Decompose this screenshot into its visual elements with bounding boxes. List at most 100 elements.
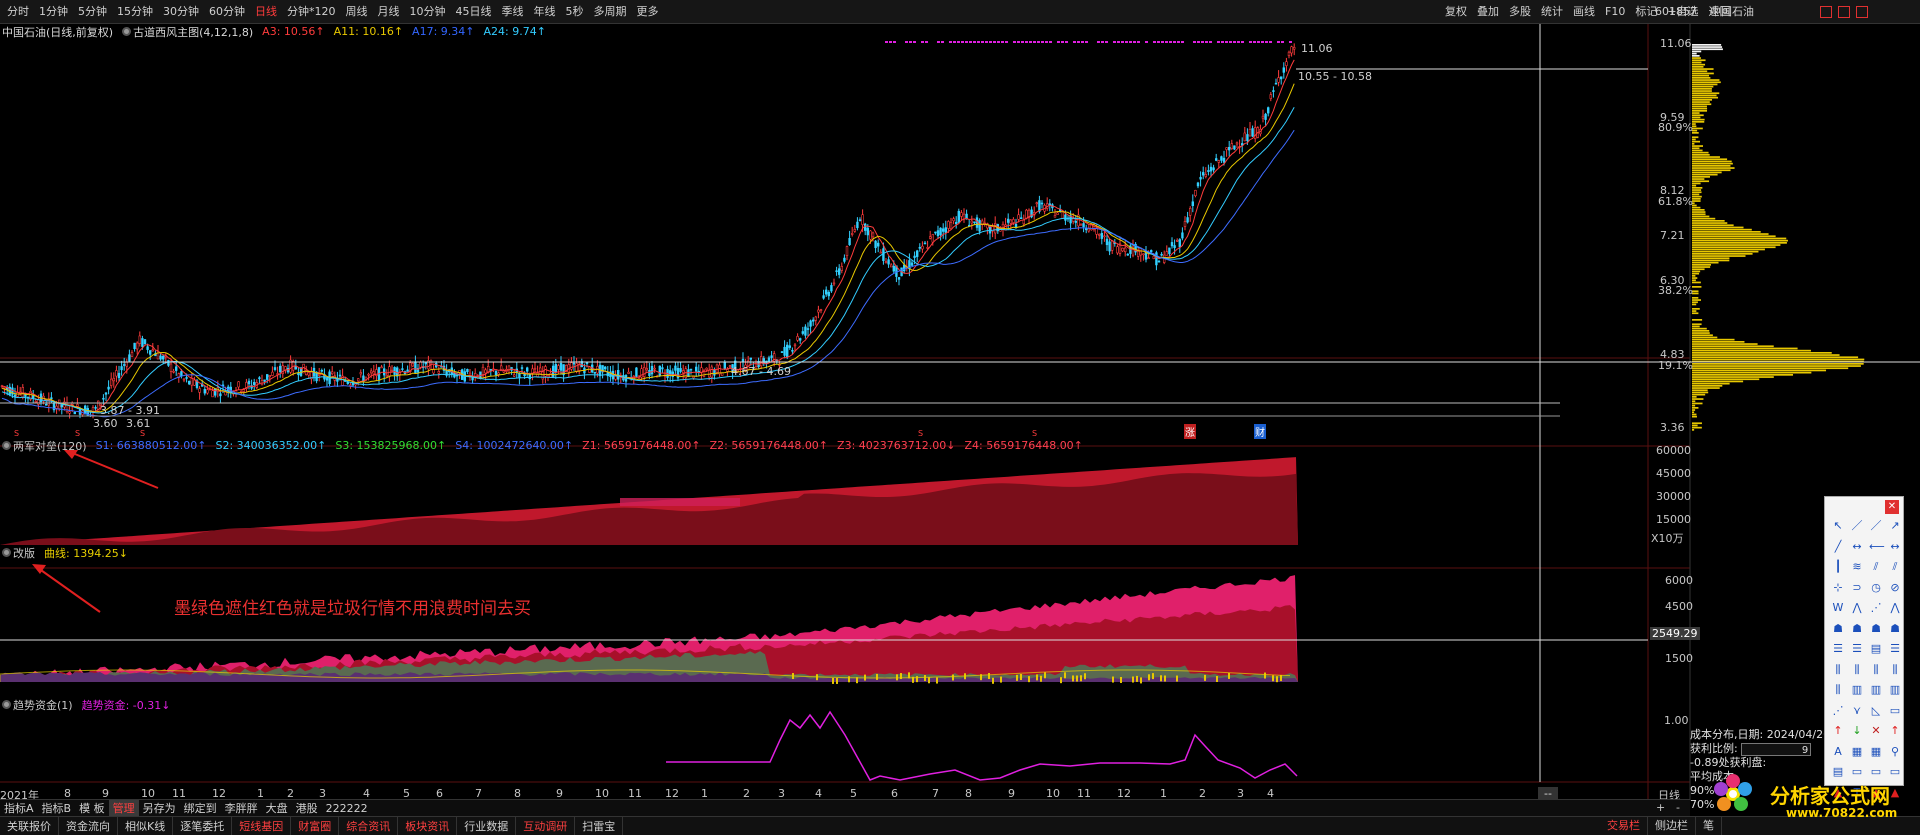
chart-tool-button[interactable]: 画线 (1568, 0, 1600, 24)
module-tab[interactable]: 扫雷宝 (575, 816, 624, 835)
gann-icon[interactable]: ⫼ (1888, 663, 1902, 677)
no-entry-icon[interactable]: ⊘ (1888, 581, 1902, 595)
window-icon[interactable] (1856, 6, 1868, 18)
period-tab[interactable]: 更多 (632, 0, 664, 24)
box-icon[interactable]: ▭ (1869, 765, 1883, 779)
segment-icon[interactable]: ╱ (1831, 540, 1845, 554)
double-arrow-icon[interactable]: ↔ (1888, 540, 1902, 554)
cross-icon[interactable]: ⊹ (1831, 581, 1845, 595)
liangjun-area-chart[interactable] (0, 457, 1298, 545)
gaiban-area-chart[interactable] (0, 575, 1298, 684)
chart-tool-button[interactable]: 统计 (1536, 0, 1568, 24)
indicator-tab[interactable]: 222222 (322, 800, 372, 817)
gear-icon[interactable] (2, 699, 11, 709)
wave-icon[interactable]: ≋ (1850, 560, 1864, 574)
period-tab[interactable]: 5秒 (561, 0, 589, 24)
pen-tab[interactable]: 笔 (1696, 816, 1722, 835)
chart-tool-button[interactable]: 多股 (1504, 0, 1536, 24)
period-tab[interactable]: 分钟*120 (282, 0, 341, 24)
period-tab[interactable]: 季线 (497, 0, 529, 24)
text-icon[interactable]: A (1831, 745, 1845, 759)
bar-line-icon[interactable]: ⫼ (1831, 683, 1845, 697)
gann-fan-icon[interactable]: ☗ (1850, 622, 1864, 636)
card-icon[interactable]: ▭ (1888, 765, 1902, 779)
period-tab[interactable]: 月线 (373, 0, 405, 24)
indicator-tab[interactable]: 指标B (38, 800, 76, 817)
period-tab[interactable]: 30分钟 (158, 0, 204, 24)
indicator-tab[interactable]: 模 板 (75, 800, 109, 817)
parallel-icon[interactable]: ⫽ (1869, 560, 1883, 574)
period-tab[interactable]: 1分钟 (34, 0, 73, 24)
chart-tool-button[interactable]: 复权 (1440, 0, 1472, 24)
split-window-icon[interactable] (1820, 6, 1832, 18)
fib-time-icon[interactable]: ⫼ (1869, 663, 1883, 677)
vertical-line-icon[interactable]: ┃ (1831, 560, 1845, 574)
trend-fund-line-chart[interactable] (666, 710, 1298, 781)
period-line-icon[interactable]: ⫼ (1831, 663, 1845, 677)
module-tab[interactable]: 短线基因 (232, 816, 292, 835)
rectangle-icon[interactable]: ▭ (1888, 704, 1902, 718)
band-icon[interactable]: ☰ (1888, 642, 1902, 656)
indicator-tab[interactable]: 另存为 (139, 800, 180, 817)
cai-marker[interactable]: 财 (1254, 424, 1266, 439)
module-tab[interactable]: 关联报价 (0, 816, 59, 835)
down-arrow-icon[interactable]: ↓ (1850, 724, 1864, 738)
close-icon[interactable]: ✕ (1869, 724, 1883, 738)
period-tab[interactable]: 日线 (250, 0, 282, 24)
bar-box-icon[interactable]: ▥ (1869, 683, 1883, 697)
gear-icon[interactable] (122, 26, 132, 36)
period-tab[interactable]: 15分钟 (112, 0, 158, 24)
up-mark-icon[interactable]: ↑ (1888, 724, 1902, 738)
horizontal-ray-icon[interactable]: ↔ (1850, 540, 1864, 554)
line-icon[interactable]: ／ (1850, 519, 1864, 533)
period-tab[interactable]: 分时 (2, 0, 34, 24)
ray-icon[interactable]: ／ (1869, 519, 1883, 533)
arc-icon[interactable]: ⊃ (1850, 581, 1864, 595)
indicator-name[interactable]: 古道西风主图(4,12,1,8) (122, 24, 253, 40)
gear-icon[interactable] (2, 440, 11, 450)
indicator-tab[interactable]: 港股 (292, 800, 322, 817)
trade-panel-tab[interactable]: 交易栏 (1600, 816, 1648, 835)
indicator-tab[interactable]: 管理 (108, 799, 139, 817)
module-tab[interactable]: 板块资讯 (398, 816, 458, 835)
left-ray-icon[interactable]: ⟵ (1869, 540, 1885, 554)
box-fan-icon[interactable]: ☗ (1869, 622, 1883, 636)
module-tab[interactable]: 综合资讯 (339, 816, 399, 835)
arrow-line-icon[interactable]: ↗ (1888, 519, 1902, 533)
zhang-marker[interactable]: 涨 (1184, 424, 1196, 439)
down-check-icon[interactable]: ⋎ (1850, 704, 1864, 718)
indicator-tab[interactable]: 绑定到 (180, 800, 221, 817)
module-tab[interactable]: 资金流向 (59, 816, 118, 835)
table-icon[interactable]: ▦ (1850, 745, 1864, 759)
up-arrow-icon[interactable]: ↑ (1831, 724, 1845, 738)
bar-grid-icon[interactable]: ▥ (1850, 683, 1864, 697)
sidebar-tab[interactable]: 侧边栏 (1648, 816, 1696, 835)
layout-icon[interactable] (1838, 6, 1850, 18)
candlestick-chart[interactable]: SSSSS (0, 41, 1296, 438)
triangle-icon[interactable]: ◺ (1869, 704, 1883, 718)
indicator-tab[interactable]: 指标A (0, 800, 38, 817)
panel4-title[interactable]: 趋势资金(1) (2, 697, 73, 713)
fib-fan-icon[interactable]: ☗ (1888, 622, 1902, 636)
indicator-tab[interactable]: 李胖胖 (221, 800, 262, 817)
module-tab[interactable]: 逐笔委托 (173, 816, 233, 835)
peak-icon[interactable]: ⋀ (1850, 601, 1864, 615)
period-tab[interactable]: 多周期 (589, 0, 632, 24)
chart-tool-button[interactable]: F10 (1600, 0, 1630, 24)
sheet-icon[interactable]: ▦ (1869, 745, 1883, 759)
clock-icon[interactable]: ◷ (1869, 581, 1883, 595)
fib-level-icon[interactable]: ☰ (1831, 642, 1845, 656)
ratio-input[interactable]: 9 (1741, 742, 1812, 756)
grid-icon[interactable]: ▤ (1869, 642, 1883, 656)
chart-tool-button[interactable]: 叠加 (1472, 0, 1504, 24)
module-tab[interactable]: 互动调研 (516, 816, 576, 835)
period-tab[interactable]: 10分钟 (405, 0, 451, 24)
close-icon[interactable]: ✕ (1885, 500, 1899, 514)
bar-icon[interactable]: ▥ (1888, 683, 1902, 697)
zoom-out-button[interactable]: - (1676, 799, 1680, 816)
pin-icon[interactable]: ⚲ (1888, 745, 1902, 759)
indicator-tab[interactable]: 大盘 (262, 800, 292, 817)
trend-icon[interactable]: ⋰ (1869, 601, 1883, 615)
period-tab[interactable]: 年线 (529, 0, 561, 24)
select-arrow-icon[interactable]: ↖ (1831, 519, 1845, 533)
